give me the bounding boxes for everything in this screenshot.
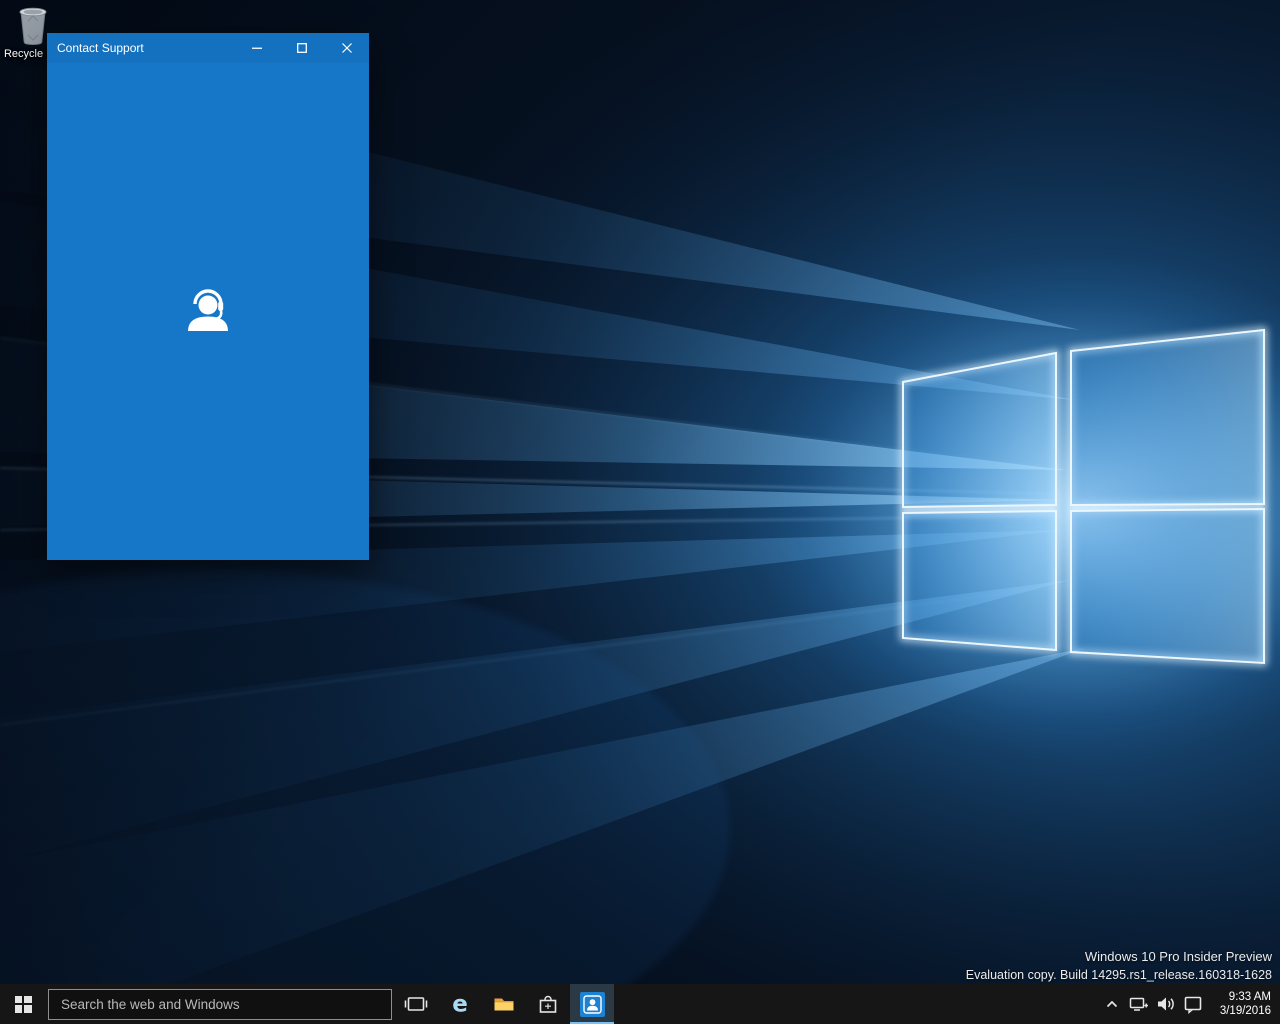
window-title: Contact Support: [57, 41, 144, 55]
store-button[interactable]: [526, 984, 570, 1024]
desktop: Windows 10 Pro Insider Preview Evaluatio…: [0, 0, 1280, 984]
taskbar-clock[interactable]: 9:33 AM 3/19/2016: [1206, 984, 1280, 1024]
clock-date: 3/19/2016: [1219, 1005, 1271, 1017]
minimize-button[interactable]: [234, 33, 279, 63]
edge-icon: e: [452, 992, 468, 1018]
show-hidden-icons-button[interactable]: [1098, 984, 1125, 1024]
network-icon: [1129, 997, 1148, 1011]
volume-tray-button[interactable]: [1152, 984, 1179, 1024]
maximize-button[interactable]: [279, 33, 324, 63]
taskbar-search: [46, 984, 394, 1024]
start-button[interactable]: [0, 984, 46, 1024]
system-tray: 9:33 AM 3/19/2016: [1098, 984, 1280, 1024]
titlebar[interactable]: Contact Support: [47, 33, 369, 63]
contact-support-icon: [579, 991, 605, 1017]
action-center-icon: [1184, 996, 1201, 1015]
contact-support-window: Contact Support: [47, 33, 369, 560]
file-explorer-button[interactable]: [482, 984, 526, 1024]
edge-button[interactable]: e: [438, 984, 482, 1024]
screen: Windows 10 Pro Insider Preview Evaluatio…: [0, 0, 1280, 1024]
task-view-button[interactable]: [394, 984, 438, 1024]
close-button[interactable]: [324, 33, 369, 63]
svg-text:e: e: [452, 992, 468, 1018]
search-input[interactable]: [48, 988, 392, 1020]
windows-start-icon: [14, 995, 32, 1013]
close-icon: [341, 43, 352, 53]
headset-person-icon: [188, 288, 228, 331]
minimize-icon: [251, 47, 262, 49]
chevron-up-icon: [1106, 1000, 1117, 1008]
build-watermark: Windows 10 Pro Insider Preview Evaluatio…: [966, 948, 1272, 984]
network-tray-button[interactable]: [1125, 984, 1152, 1024]
store-icon: [539, 995, 557, 1013]
taskbar: e: [0, 984, 1280, 1024]
watermark-build: Evaluation copy. Build 14295.rs1_release…: [965, 968, 1272, 982]
task-view-icon: [404, 997, 428, 1011]
support-splash-body: [47, 63, 369, 560]
watermark-edition: Windows 10 Pro Insider Preview: [1084, 949, 1272, 964]
contact-support-taskbar-button[interactable]: [570, 984, 614, 1024]
maximize-icon: [296, 43, 307, 53]
volume-icon: [1157, 997, 1174, 1011]
action-center-button[interactable]: [1179, 984, 1206, 1024]
file-explorer-icon: [494, 998, 514, 1011]
clock-time: 9:33 AM: [1228, 991, 1271, 1003]
